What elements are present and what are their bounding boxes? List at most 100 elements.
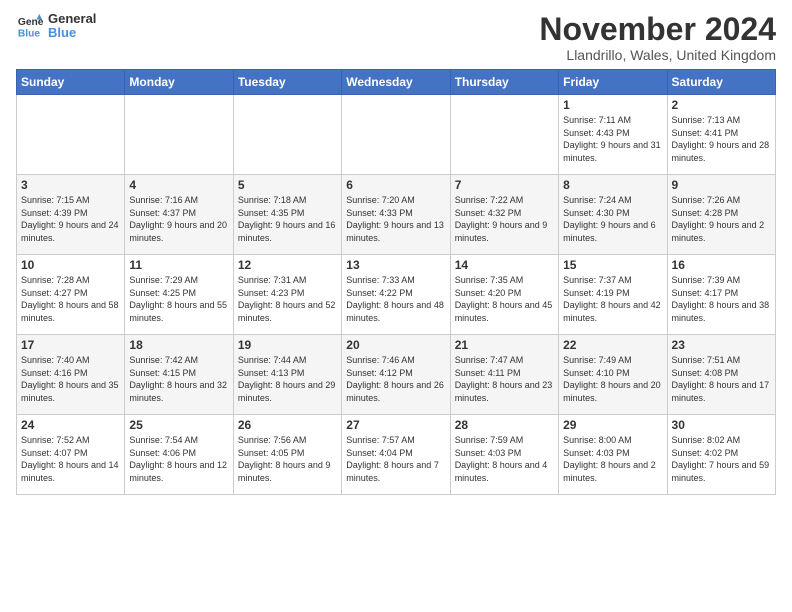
day-number: 1: [563, 98, 662, 112]
day-info: Sunrise: 7:52 AM Sunset: 4:07 PM Dayligh…: [21, 434, 120, 484]
day-cell: 9Sunrise: 7:26 AM Sunset: 4:28 PM Daylig…: [667, 175, 775, 255]
day-info: Sunrise: 7:35 AM Sunset: 4:20 PM Dayligh…: [455, 274, 554, 324]
day-info: Sunrise: 7:59 AM Sunset: 4:03 PM Dayligh…: [455, 434, 554, 484]
month-title: November 2024: [539, 12, 776, 47]
day-number: 21: [455, 338, 554, 352]
logo-icon: General Blue: [16, 12, 44, 40]
day-info: Sunrise: 7:15 AM Sunset: 4:39 PM Dayligh…: [21, 194, 120, 244]
day-info: Sunrise: 7:33 AM Sunset: 4:22 PM Dayligh…: [346, 274, 445, 324]
day-number: 22: [563, 338, 662, 352]
day-number: 29: [563, 418, 662, 432]
day-cell: 8Sunrise: 7:24 AM Sunset: 4:30 PM Daylig…: [559, 175, 667, 255]
header-thursday: Thursday: [450, 70, 558, 95]
week-row-4: 24 Sunrise: 7:52 AM Sunset: 4:07 PM Dayli…: [17, 415, 776, 495]
day-info: Sunrise: 7:24 AM Sunset: 4:30 PM Dayligh…: [563, 194, 662, 244]
day-info: Sunrise: 8:00 AM Sunset: 4:03 PM Dayligh…: [563, 434, 662, 484]
day-number: 14: [455, 258, 554, 272]
day-number: 20: [346, 338, 445, 352]
day-cell: 25 Sunrise: 7:54 AM Sunset: 4:06 PM Dayli…: [125, 415, 233, 495]
day-cell: [17, 95, 125, 175]
day-cell: 2 Sunrise: 7:13 AM Sunset: 4:41 PM Daylig…: [667, 95, 775, 175]
day-number: 17: [21, 338, 120, 352]
day-number: 11: [129, 258, 228, 272]
day-cell: 22Sunrise: 7:49 AM Sunset: 4:10 PM Dayli…: [559, 335, 667, 415]
day-cell: 18 Sunrise: 7:42 AM Sunset: 4:15 PM Dayli…: [125, 335, 233, 415]
day-cell: 11 Sunrise: 7:29 AM Sunset: 4:25 PM Dayli…: [125, 255, 233, 335]
day-number: 7: [455, 178, 554, 192]
day-info: Sunrise: 7:42 AM Sunset: 4:15 PM Dayligh…: [129, 354, 228, 404]
day-number: 25: [129, 418, 228, 432]
day-number: 26: [238, 418, 337, 432]
day-number: 5: [238, 178, 337, 192]
title-block: November 2024 Llandrillo, Wales, United …: [539, 12, 776, 63]
calendar-container: General Blue General Blue November 2024 …: [0, 0, 792, 503]
week-row-1: 3 Sunrise: 7:15 AM Sunset: 4:39 PM Daylig…: [17, 175, 776, 255]
day-cell: 26 Sunrise: 7:56 AM Sunset: 4:05 PM Dayli…: [233, 415, 341, 495]
day-number: 30: [672, 418, 771, 432]
day-info: Sunrise: 7:29 AM Sunset: 4:25 PM Dayligh…: [129, 274, 228, 324]
day-info: Sunrise: 7:44 AM Sunset: 4:13 PM Dayligh…: [238, 354, 337, 404]
day-info: Sunrise: 7:31 AM Sunset: 4:23 PM Dayligh…: [238, 274, 337, 324]
header-row: SundayMondayTuesdayWednesdayThursdayFrid…: [17, 70, 776, 95]
day-info: Sunrise: 7:18 AM Sunset: 4:35 PM Dayligh…: [238, 194, 337, 244]
header-tuesday: Tuesday: [233, 70, 341, 95]
day-cell: 10 Sunrise: 7:28 AM Sunset: 4:27 PM Dayli…: [17, 255, 125, 335]
day-cell: 6Sunrise: 7:20 AM Sunset: 4:33 PM Daylig…: [342, 175, 450, 255]
day-cell: 20Sunrise: 7:46 AM Sunset: 4:12 PM Dayli…: [342, 335, 450, 415]
day-info: Sunrise: 7:57 AM Sunset: 4:04 PM Dayligh…: [346, 434, 445, 484]
header-wednesday: Wednesday: [342, 70, 450, 95]
week-row-3: 17 Sunrise: 7:40 AM Sunset: 4:16 PM Dayli…: [17, 335, 776, 415]
day-cell: 30 Sunrise: 8:02 AM Sunset: 4:02 PM Dayli…: [667, 415, 775, 495]
day-cell: 14 Sunrise: 7:35 AM Sunset: 4:20 PM Dayli…: [450, 255, 558, 335]
day-info: Sunrise: 7:13 AM Sunset: 4:41 PM Dayligh…: [672, 114, 771, 164]
day-info: Sunrise: 7:16 AM Sunset: 4:37 PM Dayligh…: [129, 194, 228, 244]
header-sunday: Sunday: [17, 70, 125, 95]
day-info: Sunrise: 7:28 AM Sunset: 4:27 PM Dayligh…: [21, 274, 120, 324]
day-cell: 13Sunrise: 7:33 AM Sunset: 4:22 PM Dayli…: [342, 255, 450, 335]
day-info: Sunrise: 7:47 AM Sunset: 4:11 PM Dayligh…: [455, 354, 554, 404]
calendar-table: SundayMondayTuesdayWednesdayThursdayFrid…: [16, 69, 776, 495]
day-cell: 12 Sunrise: 7:31 AM Sunset: 4:23 PM Dayli…: [233, 255, 341, 335]
day-cell: 28Sunrise: 7:59 AM Sunset: 4:03 PM Dayli…: [450, 415, 558, 495]
day-info: Sunrise: 7:37 AM Sunset: 4:19 PM Dayligh…: [563, 274, 662, 324]
day-info: Sunrise: 7:56 AM Sunset: 4:05 PM Dayligh…: [238, 434, 337, 484]
day-number: 19: [238, 338, 337, 352]
day-cell: [450, 95, 558, 175]
day-info: Sunrise: 7:54 AM Sunset: 4:06 PM Dayligh…: [129, 434, 228, 484]
day-number: 24: [21, 418, 120, 432]
day-info: Sunrise: 7:39 AM Sunset: 4:17 PM Dayligh…: [672, 274, 771, 324]
header: General Blue General Blue November 2024 …: [16, 12, 776, 63]
day-cell: 3 Sunrise: 7:15 AM Sunset: 4:39 PM Daylig…: [17, 175, 125, 255]
day-cell: [342, 95, 450, 175]
day-info: Sunrise: 7:22 AM Sunset: 4:32 PM Dayligh…: [455, 194, 554, 244]
day-cell: 23Sunrise: 7:51 AM Sunset: 4:08 PM Dayli…: [667, 335, 775, 415]
logo-blue: Blue: [48, 26, 96, 40]
day-number: 10: [21, 258, 120, 272]
day-cell: 7 Sunrise: 7:22 AM Sunset: 4:32 PM Daylig…: [450, 175, 558, 255]
day-number: 12: [238, 258, 337, 272]
header-saturday: Saturday: [667, 70, 775, 95]
day-cell: [125, 95, 233, 175]
day-number: 3: [21, 178, 120, 192]
day-number: 15: [563, 258, 662, 272]
day-number: 18: [129, 338, 228, 352]
day-info: Sunrise: 7:40 AM Sunset: 4:16 PM Dayligh…: [21, 354, 120, 404]
day-cell: 5 Sunrise: 7:18 AM Sunset: 4:35 PM Daylig…: [233, 175, 341, 255]
week-row-0: 1Sunrise: 7:11 AM Sunset: 4:43 PM Daylig…: [17, 95, 776, 175]
day-info: Sunrise: 8:02 AM Sunset: 4:02 PM Dayligh…: [672, 434, 771, 484]
day-cell: 29 Sunrise: 8:00 AM Sunset: 4:03 PM Dayli…: [559, 415, 667, 495]
day-number: 9: [672, 178, 771, 192]
day-number: 23: [672, 338, 771, 352]
svg-text:Blue: Blue: [18, 29, 41, 40]
day-number: 2: [672, 98, 771, 112]
day-number: 27: [346, 418, 445, 432]
day-number: 16: [672, 258, 771, 272]
day-cell: 19 Sunrise: 7:44 AM Sunset: 4:13 PM Dayli…: [233, 335, 341, 415]
day-cell: [233, 95, 341, 175]
day-cell: 21 Sunrise: 7:47 AM Sunset: 4:11 PM Dayli…: [450, 335, 558, 415]
logo-general: General: [48, 12, 96, 26]
day-cell: 15 Sunrise: 7:37 AM Sunset: 4:19 PM Dayli…: [559, 255, 667, 335]
day-cell: 16 Sunrise: 7:39 AM Sunset: 4:17 PM Dayli…: [667, 255, 775, 335]
day-cell: 27 Sunrise: 7:57 AM Sunset: 4:04 PM Dayli…: [342, 415, 450, 495]
day-number: 6: [346, 178, 445, 192]
